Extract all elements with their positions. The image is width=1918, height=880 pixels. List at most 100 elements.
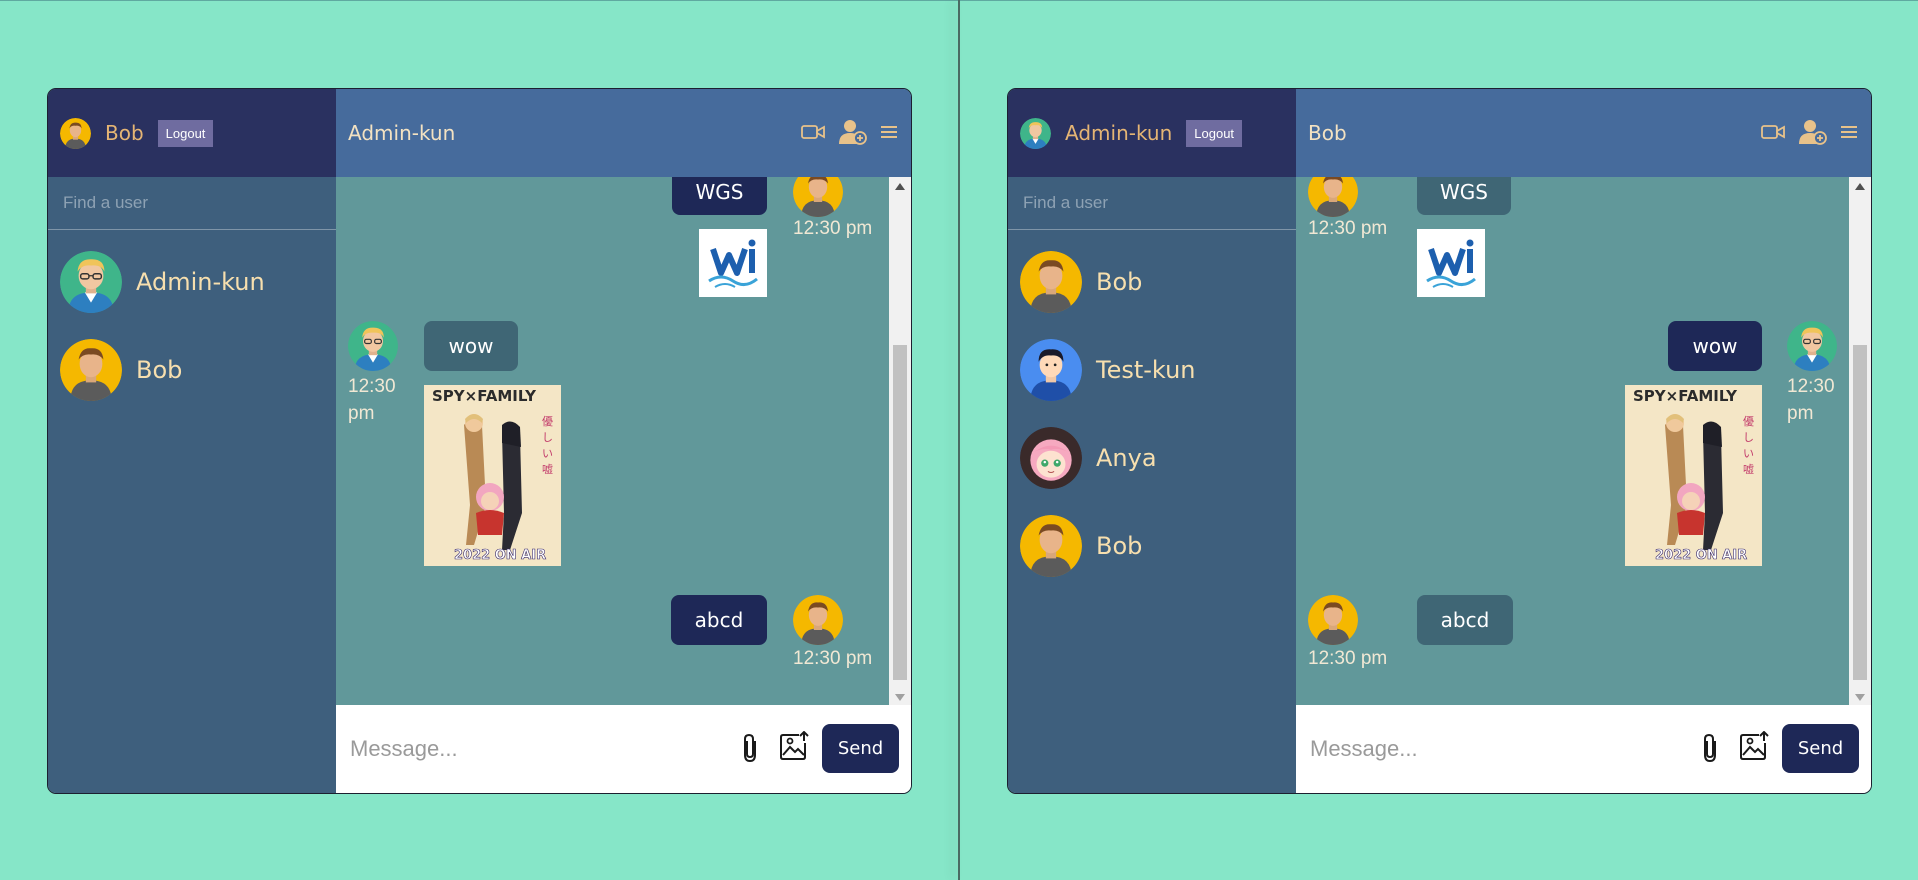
- window-divider[interactable]: [958, 0, 960, 880]
- admin-avatar: [348, 321, 398, 371]
- message-composer: Send: [336, 705, 911, 793]
- spy-family-poster-image[interactable]: SPY×FAMILY 2022 ON AIR 優しい嘘: [1625, 385, 1762, 566]
- message-list: 12:30 pm WGS wow 12:30 pm SPY×FAMILY 2022…: [1296, 177, 1849, 707]
- image-upload-icon[interactable]: [779, 731, 809, 761]
- menu-icon[interactable]: [1841, 125, 1857, 139]
- message-input[interactable]: [350, 736, 730, 762]
- image-upload-icon[interactable]: [1739, 731, 1769, 761]
- chat-partner-name: Bob: [1308, 121, 1347, 145]
- svg-text:い: い: [1743, 447, 1754, 460]
- message-time: 12:30 pm: [793, 648, 873, 669]
- user-name: Bob: [1096, 268, 1143, 296]
- paperclip-icon[interactable]: [1701, 733, 1721, 763]
- find-user-input[interactable]: [1023, 193, 1263, 213]
- test-avatar: [1020, 339, 1082, 401]
- message-bubble: wow: [424, 321, 518, 371]
- svg-text:嘘: 嘘: [542, 463, 553, 476]
- user-name: Admin-kun: [136, 268, 265, 296]
- svg-text:嘘: 嘘: [1743, 463, 1754, 476]
- sidebar-header: Admin-kun Logout: [1008, 89, 1296, 177]
- user-list-item[interactable]: Bob: [1008, 238, 1296, 326]
- chat-header: Admin-kun: [336, 89, 911, 177]
- scrollbar-thumb[interactable]: [893, 345, 907, 680]
- scroll-down-icon[interactable]: [895, 694, 905, 701]
- user-name: Bob: [136, 356, 183, 384]
- message-composer: Send: [1296, 705, 1871, 793]
- add-user-icon[interactable]: [839, 119, 867, 145]
- user-list: Bob Test-kun Anya Bob: [1008, 230, 1296, 590]
- bob-avatar: [1020, 251, 1082, 313]
- message-bubble: WGS: [1417, 177, 1511, 215]
- message-scrollbar[interactable]: [1849, 177, 1871, 707]
- spy-family-poster-image[interactable]: SPY×FAMILY 2022 ON AIR 優しい嘘: [424, 385, 561, 566]
- current-user-name: Admin-kun: [1065, 121, 1173, 145]
- wgs-logo-image[interactable]: [699, 229, 767, 297]
- chat-app-window: Admin-kun Logout Bob Test-kun: [1007, 88, 1872, 794]
- svg-text:優: 優: [542, 415, 553, 428]
- current-user-avatar: [1020, 117, 1051, 149]
- user-list-item[interactable]: Test-kun: [1008, 326, 1296, 414]
- user-name: Bob: [1096, 532, 1143, 560]
- message-bubble: abcd: [1417, 595, 1513, 645]
- logout-button[interactable]: Logout: [1186, 119, 1243, 147]
- user-name: Anya: [1096, 444, 1157, 472]
- bob-avatar: [793, 177, 843, 217]
- svg-text:SPY×FAMILY: SPY×FAMILY: [1633, 387, 1738, 405]
- current-user-avatar: [60, 117, 91, 149]
- anya-avatar: [1020, 427, 1082, 489]
- bob-avatar: [793, 595, 843, 645]
- user-list: Admin-kun Bob: [48, 230, 336, 414]
- message-list: WGS 12:30 pm 12:30 pm wow SPY×FAMILY 2022…: [336, 177, 889, 707]
- admin-avatar: [1787, 321, 1837, 371]
- logout-button[interactable]: Logout: [157, 119, 214, 147]
- chat-panel: Admin-kun WGS 12:30 pm 12:30 pm wow SPY×…: [336, 89, 911, 793]
- message-scrollbar[interactable]: [889, 177, 911, 707]
- scroll-up-icon[interactable]: [1855, 183, 1865, 190]
- sidebar-header: Bob Logout: [48, 89, 336, 177]
- chat-app-window: Bob Logout Admin-kun Bob Admin-kun: [47, 88, 912, 794]
- user-search: [1008, 177, 1296, 230]
- svg-text:し: し: [542, 431, 553, 444]
- user-list-item[interactable]: Anya: [1008, 414, 1296, 502]
- user-search: [48, 177, 336, 230]
- message-time: 12:30 pm: [1308, 648, 1388, 669]
- sidebar: Bob Logout Admin-kun Bob: [48, 89, 336, 793]
- user-list-item[interactable]: Bob: [1008, 502, 1296, 590]
- admin-avatar: [60, 251, 122, 313]
- message-bubble: WGS: [672, 177, 767, 215]
- bob-avatar: [60, 339, 122, 401]
- scrollbar-thumb[interactable]: [1853, 345, 1867, 680]
- svg-text:2022 ON AIR: 2022 ON AIR: [454, 548, 546, 563]
- svg-text:し: し: [1743, 431, 1754, 444]
- scroll-up-icon[interactable]: [895, 183, 905, 190]
- wgs-logo-image[interactable]: [1417, 229, 1485, 297]
- message-time: 12:30 pm: [348, 376, 396, 424]
- message-time: 12:30 pm: [793, 218, 873, 239]
- scroll-down-icon[interactable]: [1855, 694, 1865, 701]
- user-name: Test-kun: [1096, 356, 1196, 384]
- find-user-input[interactable]: [63, 193, 303, 213]
- chat-partner-name: Admin-kun: [348, 121, 456, 145]
- message-input[interactable]: [1310, 736, 1690, 762]
- send-button[interactable]: Send: [822, 724, 899, 773]
- user-list-item[interactable]: Admin-kun: [48, 238, 336, 326]
- svg-text:優: 優: [1743, 415, 1754, 428]
- user-list-item[interactable]: Bob: [48, 326, 336, 414]
- chat-panel: Bob 12:30 pm WGS wow 12:30 pm SPY×FAMILY…: [1296, 89, 1871, 793]
- send-button[interactable]: Send: [1782, 724, 1859, 773]
- svg-text:SPY×FAMILY: SPY×FAMILY: [432, 387, 537, 405]
- message-bubble: wow: [1668, 321, 1762, 371]
- add-user-icon[interactable]: [1799, 119, 1827, 145]
- message-bubble: abcd: [671, 595, 767, 645]
- bob-avatar: [1020, 515, 1082, 577]
- chat-header: Bob: [1296, 89, 1871, 177]
- video-camera-icon[interactable]: [1761, 123, 1785, 141]
- paperclip-icon[interactable]: [741, 733, 761, 763]
- chat-actions: [1761, 119, 1857, 145]
- video-camera-icon[interactable]: [801, 123, 825, 141]
- bob-avatar: [1308, 595, 1358, 645]
- menu-icon[interactable]: [881, 125, 897, 139]
- svg-text:2022 ON AIR: 2022 ON AIR: [1655, 548, 1747, 563]
- bob-avatar: [1308, 177, 1358, 217]
- sidebar: Admin-kun Logout Bob Test-kun: [1008, 89, 1296, 793]
